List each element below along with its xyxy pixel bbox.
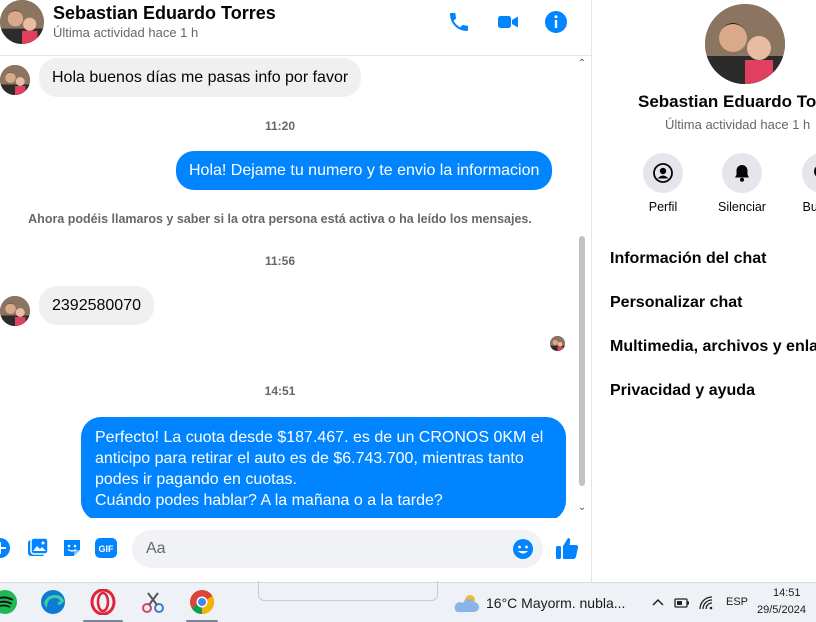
message-line: podes ir pagando en cuotas. — [95, 471, 297, 488]
weather-text[interactable]: 16°C Mayorm. nubla... — [486, 595, 625, 611]
system-notice: Ahora podéis llamaros y saber si la otra… — [28, 212, 532, 226]
clock-date[interactable]: 29/5/2024 — [757, 604, 806, 616]
message-incoming[interactable]: 2392580070 — [39, 286, 154, 325]
edge-icon[interactable] — [40, 589, 66, 615]
info-icon[interactable] — [544, 10, 568, 34]
message-line: anticipo para retirar el auto es de $6.7… — [95, 450, 524, 467]
menu-privacy-help[interactable]: Privacidad y ayuda — [610, 382, 755, 400]
message-input-container[interactable] — [132, 530, 543, 568]
message-incoming[interactable]: Hola buenos días me pasas info por favor — [39, 58, 362, 97]
taskbar-search-edge[interactable] — [258, 581, 438, 601]
bell-icon — [722, 153, 762, 193]
image-icon[interactable] — [27, 537, 49, 559]
weather-cloud-icon[interactable] — [452, 592, 480, 614]
thumbs-up-icon[interactable] — [554, 535, 580, 561]
scroll-thumb[interactable] — [579, 236, 585, 486]
profile-avatar[interactable] — [705, 4, 785, 84]
profile-name: Sebastian Eduardo Torres — [638, 92, 816, 111]
seen-receipt-avatar — [550, 336, 565, 351]
menu-chat-info[interactable]: Información del chat — [610, 250, 766, 268]
sender-avatar[interactable] — [0, 296, 30, 326]
add-icon[interactable] — [0, 537, 11, 559]
scroll-down-arrow-icon[interactable]: ⌄ — [576, 502, 588, 514]
message-timestamp: 11:20 — [264, 119, 296, 133]
search-icon — [802, 153, 816, 193]
chat-header: Sebastian Eduardo Torres Última activida… — [0, 0, 591, 56]
mute-action-button[interactable]: Silenciar — [702, 153, 782, 214]
gif-label: GIF — [99, 544, 115, 554]
contact-avatar[interactable] — [0, 0, 44, 44]
gif-icon[interactable]: GIF — [95, 537, 117, 559]
message-outgoing[interactable]: Hola! Dejame tu numero y te envio la inf… — [176, 151, 553, 190]
sticker-icon[interactable] — [61, 537, 83, 559]
wifi-icon[interactable] — [698, 595, 714, 611]
action-label: Perfil — [648, 200, 678, 214]
input-language[interactable]: ESP — [726, 596, 748, 608]
emoji-icon[interactable] — [512, 538, 534, 560]
menu-customize-chat[interactable]: Personalizar chat — [610, 294, 743, 312]
message-outgoing[interactable]: Perfecto! La cuota desde $187.467. es de… — [81, 417, 566, 518]
action-label: Buscar — [802, 200, 816, 214]
message-line: Cuándo podes hablar? A la mañana o a la … — [95, 492, 443, 509]
chevron-up-icon[interactable] — [650, 595, 666, 611]
chrome-icon[interactable] — [189, 589, 215, 615]
snipping-tool-icon[interactable] — [140, 589, 166, 615]
message-scrollbar[interactable]: ⌃ ⌄ — [576, 56, 588, 518]
spotify-icon[interactable] — [0, 589, 18, 615]
action-label: Silenciar — [718, 200, 766, 214]
message-composer: GIF — [0, 522, 591, 578]
contact-name[interactable]: Sebastian Eduardo Torres — [53, 3, 276, 24]
clock-time[interactable]: 14:51 — [773, 587, 801, 599]
message-input[interactable] — [146, 530, 506, 568]
menu-media-files-links[interactable]: Multimedia, archivos y enlaces — [610, 338, 816, 356]
contact-status: Última actividad hace 1 h — [53, 25, 199, 40]
chat-pane: Sebastian Eduardo Torres Última activida… — [0, 0, 592, 582]
windows-taskbar: 16°C Mayorm. nubla... ESP 14:51 29/5/202… — [0, 581, 816, 622]
message-timestamp: 14:51 — [264, 384, 296, 398]
video-icon[interactable] — [496, 10, 520, 34]
profile-action-button[interactable]: Perfil — [623, 153, 703, 214]
profile-status: Última actividad hace 1 h — [665, 117, 811, 132]
conversation-info-panel: Sebastian Eduardo Torres Última activida… — [592, 0, 816, 582]
scroll-up-arrow-icon[interactable]: ⌃ — [576, 58, 588, 70]
phone-icon[interactable] — [447, 10, 471, 34]
search-action-button[interactable]: Buscar — [782, 153, 816, 214]
profile-icon — [643, 153, 683, 193]
opera-icon[interactable] — [90, 589, 116, 615]
message-list[interactable]: Hola buenos días me pasas info por favor… — [0, 56, 591, 518]
sender-avatar[interactable] — [0, 65, 30, 95]
battery-icon[interactable] — [674, 595, 690, 611]
message-line: Perfecto! La cuota desde $187.467. es de… — [95, 429, 544, 446]
message-timestamp: 11:56 — [264, 254, 296, 268]
